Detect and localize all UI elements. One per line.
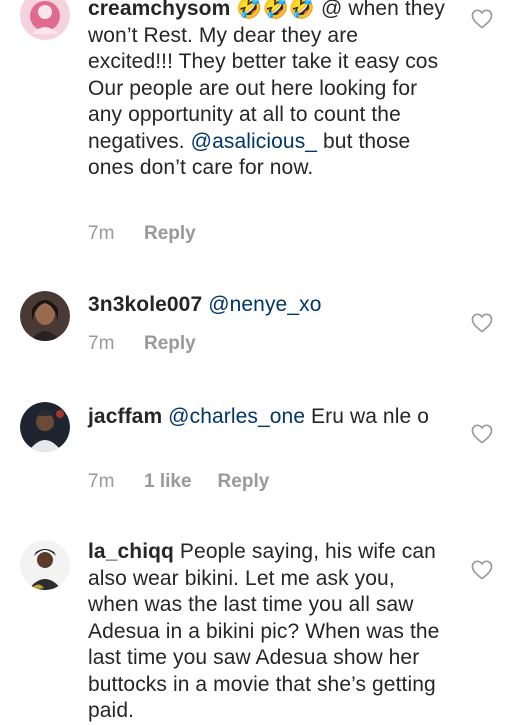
like-count[interactable]: 1 like	[144, 471, 192, 493]
comment-item: creamchysom 🤣🤣🤣 @ when they won’t Rest. …	[0, 0, 527, 260]
comment-mention[interactable]: @charles_one	[168, 405, 305, 428]
comment-mention[interactable]: @nenye_xo	[208, 293, 321, 316]
avatar[interactable]	[20, 402, 70, 452]
comment-username[interactable]: jacffam	[88, 405, 162, 428]
comment-text: 3n3kole007 @nenye_xo	[88, 292, 448, 319]
avatar[interactable]	[20, 291, 70, 341]
avatar-image	[20, 402, 70, 452]
reply-button[interactable]: Reply	[218, 471, 270, 493]
comment-item: jacffam @charles_one Eru wa nle o 7m 1 l…	[0, 392, 527, 507]
comment-item: la_chiqq People saying, his wife can als…	[0, 532, 527, 722]
comment-text-part: People saying, his wife can also wear bi…	[88, 540, 440, 722]
comment-time: 7m	[88, 333, 115, 354]
comment-time: 7m	[88, 223, 115, 244]
comment-meta: 7m Reply	[88, 223, 196, 245]
heart-outline-icon[interactable]	[471, 424, 493, 444]
comment-meta: 7m Reply	[88, 333, 196, 355]
comment-username[interactable]: la_chiqq	[88, 540, 174, 563]
avatar-image	[20, 540, 70, 590]
heart-outline-icon[interactable]	[471, 313, 493, 333]
comment-text: la_chiqq People saying, his wife can als…	[88, 539, 448, 725]
reply-button[interactable]: Reply	[144, 333, 196, 355]
comment-username[interactable]: creamchysom	[88, 0, 230, 20]
avatar-image	[20, 0, 70, 40]
comment-username[interactable]: 3n3kole007	[88, 293, 202, 316]
comment-time: 7m	[88, 471, 115, 492]
avatar[interactable]	[20, 0, 70, 40]
avatar-image	[20, 291, 70, 341]
reply-button[interactable]: Reply	[144, 223, 196, 245]
comment-item: 3n3kole007 @nenye_xo 7m Reply	[0, 282, 527, 372]
comment-text: creamchysom 🤣🤣🤣 @ when they won’t Rest. …	[88, 0, 448, 182]
heart-outline-icon[interactable]	[471, 9, 493, 29]
comment-mention[interactable]: @asalicious_	[191, 130, 317, 153]
comment-text-part: Eru wa nle o	[305, 405, 429, 428]
heart-outline-icon[interactable]	[471, 560, 493, 580]
comment-meta: 7m 1 like Reply	[88, 471, 269, 493]
avatar[interactable]	[20, 540, 70, 590]
comment-text: jacffam @charles_one Eru wa nle o	[88, 404, 448, 431]
